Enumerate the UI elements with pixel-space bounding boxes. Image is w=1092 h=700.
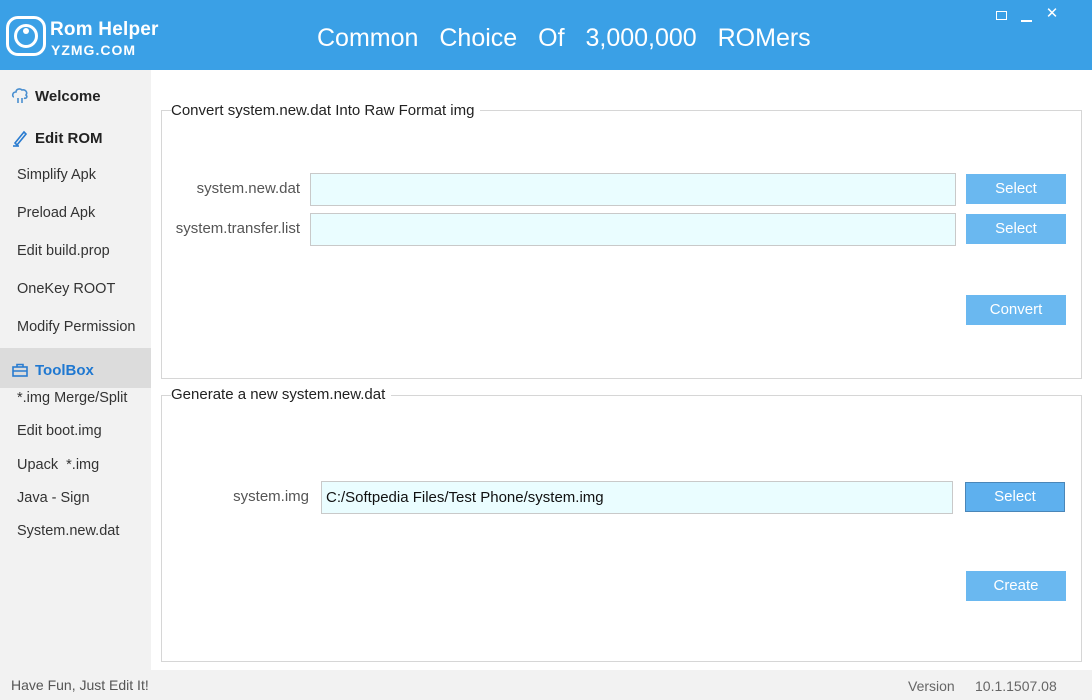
nav-edit-rom[interactable]: Edit ROM xyxy=(0,116,151,156)
sidebar-item-modify-permission[interactable]: Modify Permission xyxy=(17,319,135,335)
sidebar-item-onekey-root[interactable]: OneKey ROOT xyxy=(17,281,115,297)
sidebar: Welcome Edit ROM Simplify Apk Preload Ap… xyxy=(0,70,151,670)
sidebar-item-img-merge-split[interactable]: *.img Merge/Split xyxy=(17,390,127,406)
select-transfer-list-button[interactable]: Select xyxy=(966,214,1066,244)
system-img-label: system.img xyxy=(233,488,309,505)
transfer-list-label: system.transfer.list xyxy=(175,220,300,237)
nav-toolbox-label: ToolBox xyxy=(35,362,94,379)
version-label: Version xyxy=(908,678,955,694)
transfer-list-input[interactable] xyxy=(310,213,956,246)
nav-welcome-label: Welcome xyxy=(35,88,101,105)
convert-group-title: Convert system.new.dat Into Raw Format i… xyxy=(171,102,481,119)
system-img-input[interactable]: C:/Softpedia Files/Test Phone/system.img xyxy=(321,481,953,514)
sidebar-item-system-new-dat[interactable]: System.new.dat xyxy=(17,523,119,539)
version-value: 10.1.1507.08 xyxy=(975,678,1057,694)
main-panel: Convert system.new.dat Into Raw Format i… xyxy=(151,70,1092,670)
nav-edit-rom-label: Edit ROM xyxy=(35,130,103,147)
sidebar-item-upack-img[interactable]: Upack *.img xyxy=(17,457,99,473)
header-slogan: Common Choice Of 3,000,000 ROMers xyxy=(317,24,811,52)
pencil-icon xyxy=(13,130,28,147)
brand-name: Rom Helper xyxy=(50,19,159,40)
dat-label: system.new.dat xyxy=(196,180,300,197)
convert-button[interactable]: Convert xyxy=(966,295,1066,325)
restore-icon[interactable] xyxy=(992,6,1010,22)
dat-path-input[interactable] xyxy=(310,173,956,206)
nav-welcome[interactable]: Welcome xyxy=(0,74,151,114)
generate-group-title: Generate a new system.new.dat xyxy=(171,386,392,403)
toolbox-icon xyxy=(12,363,28,377)
sidebar-item-edit-boot-img[interactable]: Edit boot.img xyxy=(17,423,102,439)
sidebar-item-simplify-apk[interactable]: Simplify Apk xyxy=(17,167,96,183)
logo-icon xyxy=(6,16,46,56)
select-dat-button[interactable]: Select xyxy=(966,174,1066,204)
welcome-icon xyxy=(11,88,28,103)
generate-group xyxy=(161,395,1082,662)
sidebar-item-edit-build-prop[interactable]: Edit build.prop xyxy=(17,243,110,259)
brand-subtitle: YZMG.COM xyxy=(51,42,136,58)
sidebar-item-java-sign[interactable]: Java - Sign xyxy=(17,490,90,506)
footer-tagline: Have Fun, Just Edit It! xyxy=(11,677,149,693)
select-system-img-button[interactable]: Select xyxy=(965,482,1065,512)
close-icon[interactable]: ✕ xyxy=(1043,6,1061,22)
nav-toolbox[interactable]: ToolBox xyxy=(0,348,151,388)
create-button[interactable]: Create xyxy=(966,571,1066,601)
sidebar-item-preload-apk[interactable]: Preload Apk xyxy=(17,205,95,221)
title-bar: Rom Helper YZMG.COM Common Choice Of 3,0… xyxy=(0,0,1092,70)
minimize-icon[interactable] xyxy=(1017,6,1035,22)
